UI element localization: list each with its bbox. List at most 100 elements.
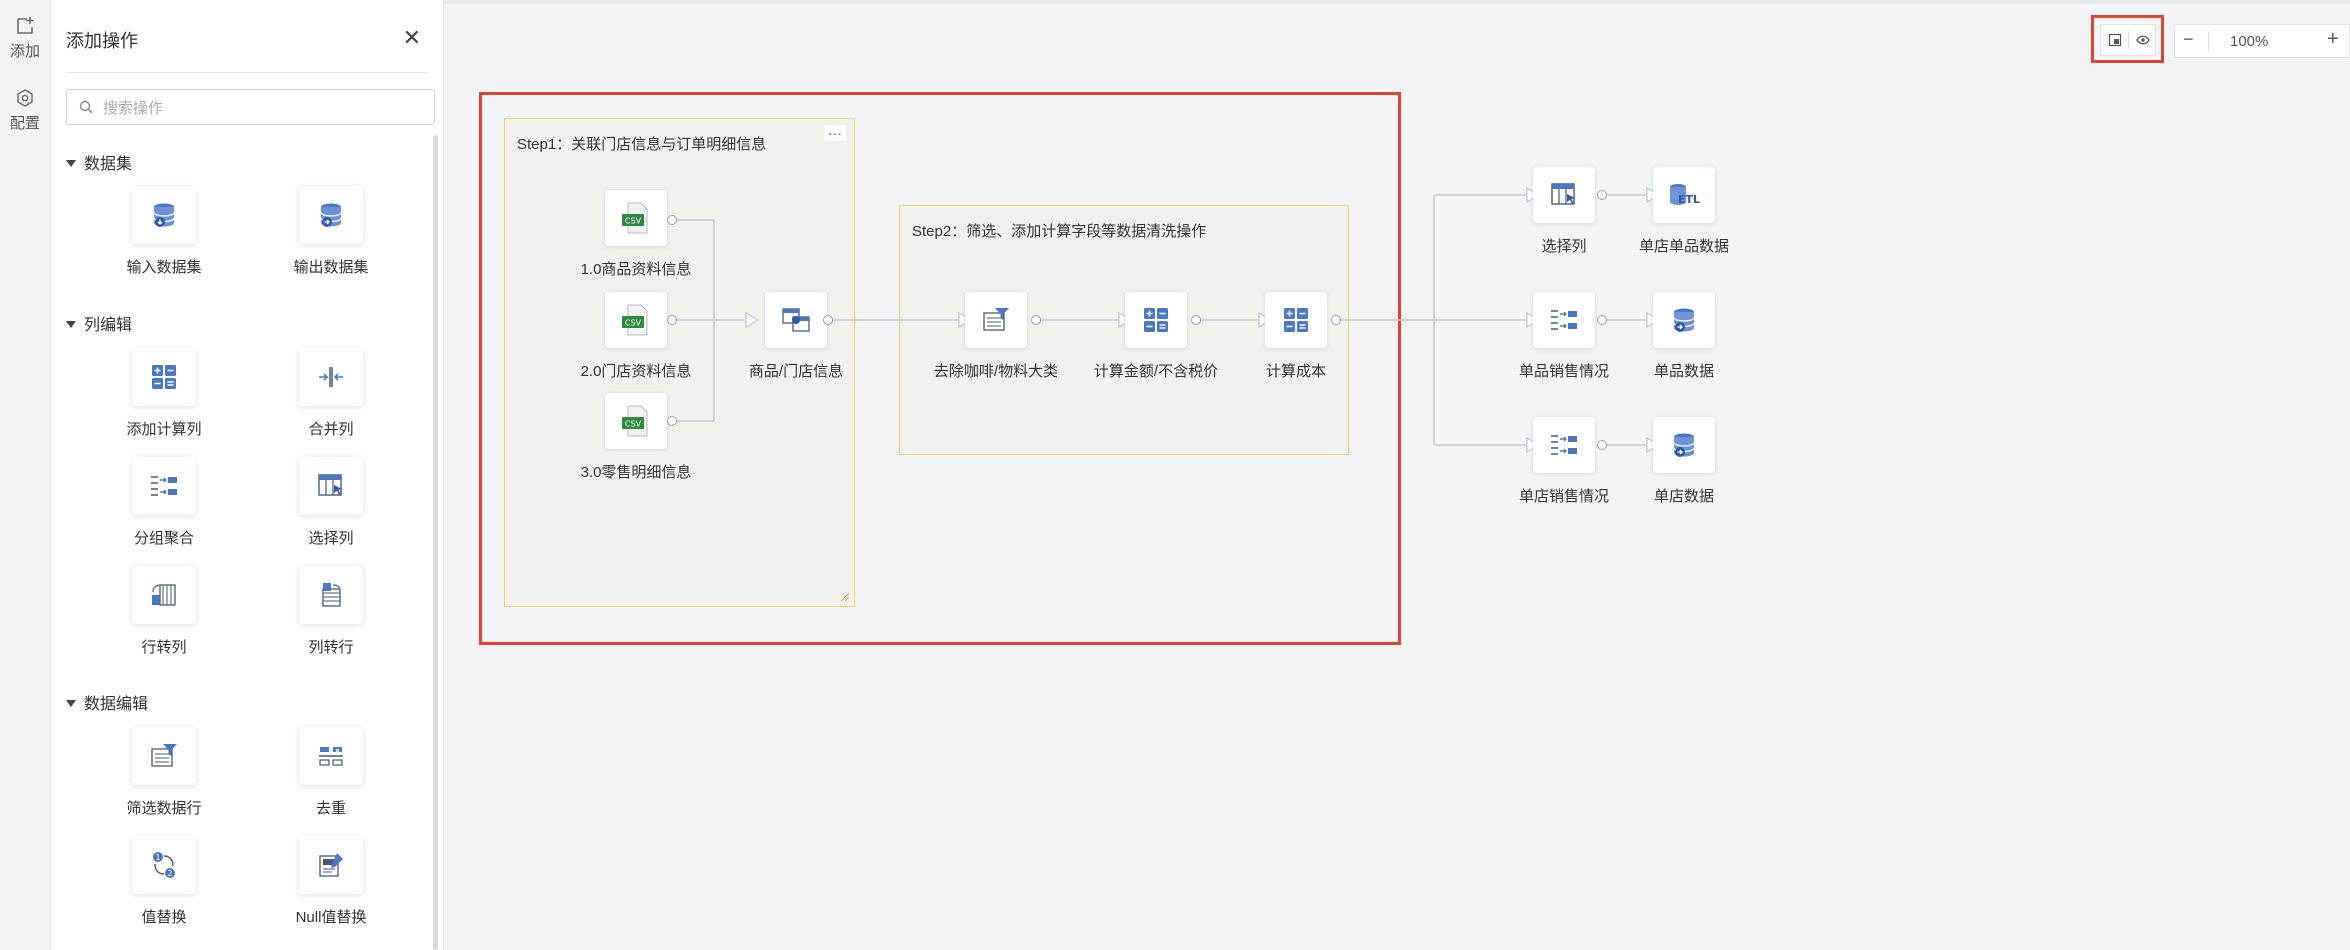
column-to-row-icon — [322, 583, 341, 607]
output-port[interactable] — [667, 215, 677, 225]
tool-merge-column[interactable]: 合并列 — [256, 348, 406, 439]
rail-config-label: 配置 — [9, 115, 40, 132]
node-label: 3.0零售明细信息 — [580, 464, 692, 481]
null-replace-icon — [319, 853, 343, 877]
rail-add-button[interactable]: 添加 — [0, 16, 50, 61]
node-output-store-product[interactable]: ETL 单店单品数据 — [1609, 167, 1759, 256]
output-port[interactable] — [1331, 315, 1341, 325]
svg-text:CSV: CSV — [625, 420, 642, 429]
tool-label: 添加计算列 — [126, 421, 202, 438]
svg-text:CSV: CSV — [625, 319, 642, 328]
tool-label: 去重 — [315, 800, 346, 817]
tool-label: 行转列 — [141, 639, 187, 656]
tool-label: 筛选数据行 — [126, 800, 202, 817]
tool-label: 输入数据集 — [126, 259, 202, 276]
rail-add-label: 添加 — [9, 43, 40, 60]
merge-column-icon — [319, 367, 343, 387]
tool-row-to-column[interactable]: 行转列 — [89, 566, 239, 657]
output-port[interactable] — [823, 315, 833, 325]
output-port[interactable] — [1597, 440, 1607, 450]
csv-file-icon: CSV — [622, 202, 648, 234]
node-src-retail[interactable]: CSV 3.0零售明细信息 — [561, 393, 711, 482]
select-column-icon — [318, 474, 342, 496]
node-output-store[interactable]: 单店数据 — [1609, 417, 1759, 506]
panel-scrollbar[interactable] — [433, 135, 438, 950]
etl-dataset-icon: ETL — [1670, 184, 1700, 206]
tool-filter-rows[interactable]: 筛选数据行 — [89, 727, 239, 818]
output-dataset-icon — [1673, 433, 1695, 457]
output-dataset-icon — [1673, 308, 1695, 332]
csv-file-icon: CSV — [622, 304, 648, 336]
dedupe-icon — [319, 747, 343, 766]
tool-null-replace[interactable]: Null值替换 — [256, 836, 406, 927]
search-box[interactable] — [66, 89, 435, 125]
add-operation-panel: 添加操作 ✕ 数据集 输入数据集 输出数据集 列编辑 添加计算列 合并列 分组聚… — [51, 0, 444, 950]
group-aggregate-icon — [1551, 435, 1577, 455]
flow-edges — [672, 186, 1661, 454]
output-port[interactable] — [1597, 315, 1607, 325]
value-replace-icon: 12 — [153, 852, 175, 878]
calc-column-icon — [152, 365, 176, 389]
section-data-edit[interactable]: 数据编辑 — [66, 690, 148, 714]
svg-text:2: 2 — [167, 869, 172, 878]
output-port[interactable] — [1031, 315, 1041, 325]
tool-calc-column[interactable]: 添加计算列 — [89, 348, 239, 439]
csv-file-icon: CSV — [622, 405, 648, 437]
caret-down-icon — [66, 160, 76, 167]
output-port[interactable] — [1191, 315, 1201, 325]
node-label: 商品/门店信息 — [748, 363, 844, 380]
section-dataset[interactable]: 数据集 — [66, 150, 132, 174]
search-input[interactable] — [101, 96, 425, 120]
tool-value-replace[interactable]: 12 值替换 — [89, 836, 239, 927]
node-label: 单店数据 — [1653, 488, 1714, 505]
svg-text:1: 1 — [155, 853, 160, 862]
row-to-column-icon — [152, 584, 176, 606]
tool-input-dataset[interactable]: 输入数据集 — [89, 186, 239, 277]
close-icon[interactable]: ✕ — [403, 27, 421, 49]
svg-text:ETL: ETL — [1678, 193, 1700, 206]
add-icon — [17, 17, 34, 34]
tool-column-to-row[interactable]: 列转行 — [256, 566, 406, 657]
tool-dedupe[interactable]: 去重 — [256, 727, 406, 818]
node-join[interactable]: 商品/门店信息 — [721, 292, 871, 381]
node-label: 去除咖啡/物料大类 — [933, 363, 1059, 380]
node-src-products[interactable]: CSV 1.0商品资料信息 — [561, 190, 711, 279]
group-aggregate-icon — [1551, 310, 1577, 330]
output-port[interactable] — [1597, 190, 1607, 200]
tool-label: 合并列 — [308, 421, 354, 438]
filter-rows-icon — [151, 744, 177, 767]
node-label: 单品数据 — [1653, 363, 1714, 380]
tool-group-aggregate[interactable]: 分组聚合 — [89, 457, 239, 548]
caret-down-icon — [66, 321, 76, 328]
rail-config-button[interactable]: 配置 — [0, 88, 50, 133]
section-title: 数据编辑 — [84, 696, 149, 713]
divider — [66, 72, 428, 73]
tool-label: 值替换 — [141, 909, 187, 926]
tool-select-column[interactable]: 选择列 — [256, 457, 406, 548]
section-title: 数据集 — [84, 156, 133, 173]
node-calc-cost[interactable]: 计算成本 — [1221, 292, 1371, 381]
caret-down-icon — [66, 700, 76, 707]
node-filter[interactable]: 去除咖啡/物料大类 — [921, 292, 1071, 381]
input-dataset-icon — [153, 203, 175, 227]
svg-text:CSV: CSV — [625, 217, 642, 226]
calc-column-icon — [1284, 308, 1308, 332]
section-column-edit[interactable]: 列编辑 — [66, 311, 132, 335]
node-label: 计算成本 — [1265, 363, 1326, 380]
tool-output-dataset[interactable]: 输出数据集 — [256, 186, 406, 277]
node-calc-amount[interactable]: 计算金额/不含税价 — [1081, 292, 1231, 381]
join-icon — [782, 308, 810, 332]
node-src-stores[interactable]: CSV 2.0门店资料信息 — [561, 292, 711, 381]
section-title: 列编辑 — [84, 317, 133, 334]
node-label: 2.0门店资料信息 — [580, 363, 692, 380]
gear-icon — [17, 89, 33, 107]
output-port[interactable] — [667, 315, 677, 325]
flow-canvas[interactable]: − 100% + Step1：关联门店信息与订单明细信息 ··· Step2：筛… — [444, 0, 2350, 950]
node-label: 1.0商品资料信息 — [580, 261, 692, 278]
tool-label: Null值替换 — [295, 909, 367, 926]
output-port[interactable] — [667, 416, 677, 426]
tool-label: 选择列 — [308, 530, 354, 547]
node-label: 计算金额/不含税价 — [1093, 363, 1219, 380]
tool-label: 列转行 — [308, 639, 354, 656]
node-output-product[interactable]: 单品数据 — [1609, 292, 1759, 381]
